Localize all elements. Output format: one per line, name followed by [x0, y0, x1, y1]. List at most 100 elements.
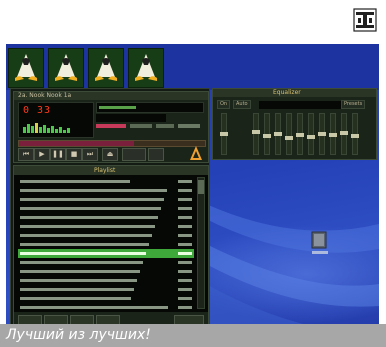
- play-button[interactable]: ▶: [34, 148, 50, 161]
- playlist-item-duration: [178, 288, 192, 291]
- taskbar-button[interactable]: [128, 48, 164, 88]
- playlist-item-duration: [178, 189, 192, 192]
- repeat-button[interactable]: [148, 148, 164, 161]
- playlist-item-text: [20, 243, 149, 246]
- playlist-item[interactable]: [18, 231, 194, 240]
- playlist-item-duration: [178, 270, 192, 273]
- eq-band-slider[interactable]: [318, 113, 326, 155]
- playlist-scrollbar[interactable]: [197, 177, 205, 309]
- eq-band-knob[interactable]: [263, 134, 271, 138]
- song-title-bar: [96, 102, 204, 113]
- winamp-logo-icon: [190, 146, 202, 160]
- eject-button[interactable]: ⏏: [102, 148, 118, 161]
- eq-band-knob[interactable]: [274, 132, 282, 136]
- stop-button[interactable]: ■: [66, 148, 82, 161]
- playlist-item[interactable]: [18, 240, 194, 249]
- pause-button[interactable]: ❚❚: [50, 148, 66, 161]
- eq-preamp-slider[interactable]: [220, 113, 228, 155]
- playlist-item-duration: [178, 234, 192, 237]
- taskbar-button[interactable]: [8, 48, 44, 88]
- shuffle-button[interactable]: [122, 148, 146, 161]
- eq-band-slider[interactable]: [285, 113, 293, 155]
- eq-band-knob[interactable]: [329, 133, 337, 137]
- eq-band-slider[interactable]: [351, 113, 359, 155]
- playlist-titlebar[interactable]: Playlist: [14, 166, 208, 175]
- playlist-item[interactable]: [18, 195, 194, 204]
- playlist-item[interactable]: [18, 249, 194, 258]
- eq-band-knob[interactable]: [351, 134, 359, 138]
- eq-band-knob[interactable]: [340, 131, 348, 135]
- playlist-item[interactable]: [18, 186, 194, 195]
- equalizer-titlebar[interactable]: Equalizer: [213, 89, 376, 97]
- eq-band-knob[interactable]: [252, 130, 260, 134]
- playlist-item[interactable]: [18, 177, 194, 186]
- playlist-item[interactable]: [18, 276, 194, 285]
- taskbar-button[interactable]: [88, 48, 124, 88]
- mode-indicators: [96, 124, 200, 128]
- playlist-item-duration: [178, 216, 192, 219]
- playlist-item[interactable]: [18, 285, 194, 294]
- caption-text: Лучший из лучших!: [6, 327, 151, 343]
- playlist-item-text: [20, 234, 152, 237]
- playlist-item-duration: [178, 297, 192, 300]
- playlist-item[interactable]: [18, 258, 194, 267]
- spectrum-visualizer: [23, 123, 70, 133]
- previous-button[interactable]: ⏮: [18, 148, 34, 161]
- penguin-icon: [135, 54, 157, 81]
- playlist-item[interactable]: [18, 303, 194, 312]
- playlist-item-duration: [178, 261, 192, 264]
- player-titlebar[interactable]: 2a. Nook Nook 1a: [14, 92, 208, 100]
- playlist-item-duration: [178, 225, 192, 228]
- seek-bar[interactable]: [18, 140, 206, 147]
- screenshot: 2a. Nook Nook 1a 0 33 ⏮ ▶ ❚❚ ■ ⏭ ⏏ Playl…: [6, 44, 379, 347]
- playlist-item-text: [20, 288, 134, 291]
- caption-bar: Лучший из лучших!: [0, 324, 386, 347]
- taskbar-button[interactable]: [48, 48, 84, 88]
- eq-band-slider[interactable]: [274, 113, 282, 155]
- player-display: 0 33: [18, 102, 94, 138]
- logo-icon: [353, 8, 377, 32]
- media-player-window: 2a. Nook Nook 1a 0 33 ⏮ ▶ ❚❚ ■ ⏭ ⏏ Playl…: [10, 88, 210, 334]
- eq-band-knob[interactable]: [285, 136, 293, 140]
- equalizer-title: Equalizer: [273, 89, 301, 96]
- playlist-item[interactable]: [18, 204, 194, 213]
- seek-bar-fill: [19, 141, 135, 146]
- eq-band-knob[interactable]: [318, 132, 326, 136]
- playlist-item-text: [20, 261, 143, 264]
- playlist-item-text: [20, 225, 155, 228]
- eq-band-slider[interactable]: [263, 113, 271, 155]
- playlist-item-text: [20, 216, 158, 219]
- player-main-panel: 2a. Nook Nook 1a 0 33 ⏮ ▶ ❚❚ ■ ⏭ ⏏: [13, 91, 209, 163]
- playlist-item-duration: [178, 306, 192, 309]
- eq-band-knob[interactable]: [296, 133, 304, 137]
- playlist-item-text: [20, 189, 167, 192]
- playlist-scroll-thumb[interactable]: [198, 180, 204, 194]
- playlist-item-duration: [178, 243, 192, 246]
- eq-auto-button[interactable]: Auto: [233, 100, 251, 109]
- eq-band-slider[interactable]: [340, 113, 348, 155]
- desktop-file-icon[interactable]: [310, 230, 330, 256]
- player-title: 2a. Nook Nook 1a: [18, 92, 72, 99]
- eq-band-slider[interactable]: [307, 113, 315, 155]
- playlist-item[interactable]: [18, 213, 194, 222]
- playlist-item-text: [20, 207, 161, 210]
- eq-band-slider[interactable]: [296, 113, 304, 155]
- eq-band-knob[interactable]: [307, 135, 315, 139]
- penguin-icon: [55, 54, 77, 81]
- playlist-item[interactable]: [18, 294, 194, 303]
- eq-on-button[interactable]: On: [217, 100, 231, 109]
- playlist-item-text: [20, 252, 146, 255]
- playlist-item-duration: [178, 252, 192, 255]
- eq-preamp-knob[interactable]: [220, 132, 228, 136]
- playlist-item[interactable]: [18, 222, 194, 231]
- song-title-scroll: [99, 106, 137, 109]
- penguin-icon: [95, 54, 117, 81]
- eq-band-slider[interactable]: [329, 113, 337, 155]
- playlist-item-duration: [178, 207, 192, 210]
- eq-presets-button[interactable]: Presets: [341, 100, 366, 109]
- playlist-title: Playlist: [94, 167, 116, 174]
- playlist-item-text: [20, 198, 164, 201]
- next-button[interactable]: ⏭: [82, 148, 98, 161]
- playlist-item[interactable]: [18, 267, 194, 276]
- eq-band-slider[interactable]: [252, 113, 260, 155]
